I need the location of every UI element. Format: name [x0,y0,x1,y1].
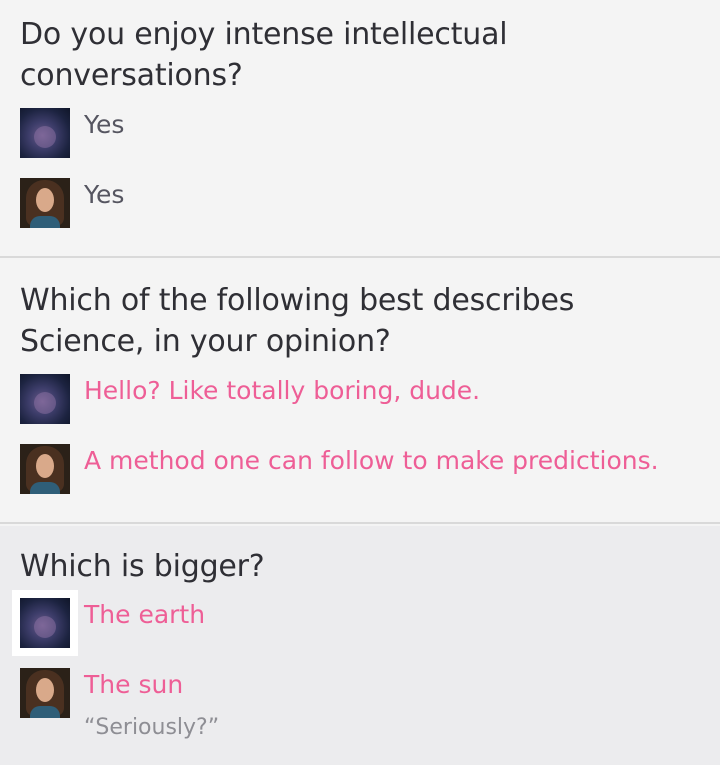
question-card[interactable]: Do you enjoy intense intellectual conver… [0,0,720,258]
answer-text: Yes [84,180,125,209]
answer-comment: “Seriously?” [84,715,220,740]
user-avatar[interactable] [20,598,70,648]
answer-row: The earth [20,598,700,648]
user-avatar[interactable] [20,444,70,494]
user-avatar[interactable] [20,178,70,228]
question-card[interactable]: Which of the following best describes Sc… [0,260,720,524]
answer-text: The earth [84,600,206,629]
question-text: Which is bigger? [20,549,265,584]
question-text: Do you enjoy intense intellectual conver… [20,17,508,93]
answer-row: Yes [20,178,700,228]
answer-row: Hello? Like totally boring, dude. [20,374,700,424]
answer-row: A method one can follow to make predicti… [20,444,700,494]
question-comparison-list: Do you enjoy intense intellectual conver… [0,0,720,765]
answer-row: The sun [20,668,700,718]
user-avatar[interactable] [20,374,70,424]
user-avatar[interactable] [20,108,70,158]
answer-text: The sun [84,670,184,699]
user-avatar[interactable] [20,668,70,718]
answer-text: A method one can follow to make predicti… [84,446,659,475]
question-text: Which of the following best describes Sc… [20,283,575,359]
answer-row: Yes [20,108,700,158]
answer-text: Hello? Like totally boring, dude. [84,376,481,405]
answer-text: Yes [84,110,125,139]
question-card[interactable]: Which is bigger? The earth The sun “Seri… [0,526,720,765]
